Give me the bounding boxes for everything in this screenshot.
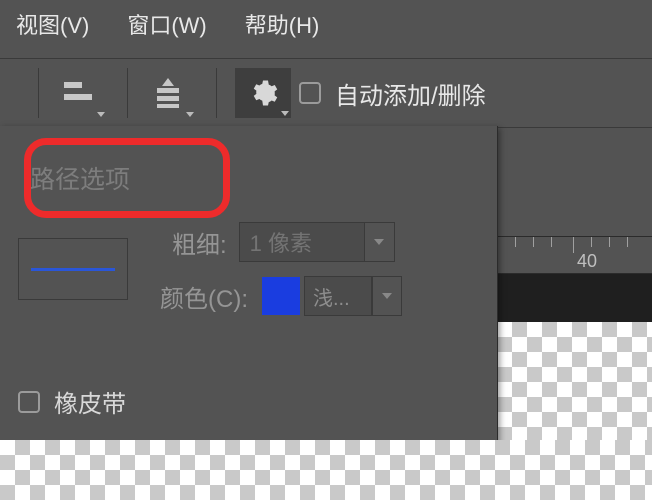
color-label: 颜色(C): bbox=[160, 279, 248, 314]
auto-add-delete-label: 自动添加/删除 bbox=[335, 76, 486, 111]
thickness-dropdown[interactable] bbox=[365, 222, 395, 262]
ruler-tick-label: 40 bbox=[577, 251, 597, 272]
thickness-label: 粗细: bbox=[172, 225, 227, 260]
rubber-band-checkbox[interactable] bbox=[18, 391, 40, 413]
separator bbox=[127, 68, 128, 118]
auto-add-delete-checkbox[interactable] bbox=[299, 82, 321, 104]
options-bar: 自动添加/删除 bbox=[0, 58, 652, 128]
thickness-input[interactable]: 1 像素 bbox=[239, 222, 365, 262]
annotation-highlight bbox=[24, 138, 230, 218]
menu-bar: 视图(V) 窗口(W) 帮助(H) bbox=[0, 0, 652, 48]
path-options-button[interactable] bbox=[235, 68, 291, 118]
menu-window[interactable]: 窗口(W) bbox=[127, 8, 206, 40]
color-row: 颜色(C): 浅... bbox=[160, 276, 402, 316]
canvas-edge bbox=[497, 274, 652, 322]
separator bbox=[216, 68, 217, 118]
thickness-row: 粗细: 1 像素 bbox=[172, 222, 395, 262]
separator bbox=[38, 68, 39, 118]
color-dropdown-arrow[interactable] bbox=[372, 276, 402, 316]
horizontal-ruler: 40 bbox=[497, 236, 652, 274]
chevron-down-icon bbox=[186, 112, 194, 117]
rubber-band-label: 橡皮带 bbox=[54, 384, 126, 419]
chevron-down-icon bbox=[281, 111, 289, 116]
stroke-preview[interactable] bbox=[18, 238, 128, 300]
color-dropdown-text: 浅... bbox=[313, 282, 350, 311]
menu-help[interactable]: 帮助(H) bbox=[245, 8, 320, 40]
color-swatch[interactable] bbox=[262, 277, 300, 315]
stroke-preview-line bbox=[31, 268, 115, 271]
rubber-band-row: 橡皮带 bbox=[18, 384, 126, 419]
path-align-icon[interactable] bbox=[57, 71, 101, 115]
path-options-panel: 路径选项 粗细: 1 像素 颜色(C): 浅... 橡皮带 bbox=[0, 126, 498, 446]
chevron-down-icon bbox=[97, 112, 105, 117]
color-dropdown[interactable]: 浅... bbox=[304, 276, 372, 316]
transparent-canvas-bottom bbox=[0, 440, 652, 500]
menu-view[interactable]: 视图(V) bbox=[16, 8, 89, 40]
path-arrangement-icon[interactable] bbox=[146, 71, 190, 115]
